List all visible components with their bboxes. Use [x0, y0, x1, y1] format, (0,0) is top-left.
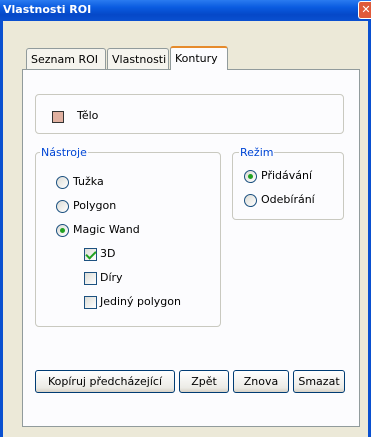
tool-label-magic-wand: Magic Wand — [73, 223, 140, 236]
mode-group-title: Režim — [239, 146, 275, 159]
copy-previous-button[interactable]: Kopíruj předcházející — [35, 370, 175, 393]
mode-radio-odebirani[interactable] — [244, 194, 257, 207]
again-button[interactable]: Znova — [233, 370, 289, 393]
tab-vlastnosti[interactable]: Vlastnosti — [107, 48, 169, 69]
tool-radio-polygon[interactable] — [56, 200, 69, 213]
tab-label: Seznam ROI — [31, 53, 98, 66]
tool-label-polygon: Polygon — [73, 199, 117, 212]
roi-name: Tělo — [77, 109, 99, 122]
tab-label: Vlastnosti — [112, 53, 167, 66]
tools-group: Nástroje Tužka Polygon Magic Wand 3D Dír… — [35, 146, 221, 327]
checkbox-label-3d: 3D — [100, 247, 116, 260]
checkbox-label-jediny-polygon: Jediný polygon — [100, 295, 181, 308]
tools-group-title: Nástroje — [40, 146, 88, 159]
tab-kontury[interactable]: Kontury — [170, 46, 228, 70]
close-button[interactable]: ✕ — [358, 1, 371, 19]
roi-box: Tělo — [35, 94, 344, 134]
mode-label-odebirani: Odebírání — [261, 193, 315, 206]
checkbox-diry[interactable] — [84, 272, 97, 285]
tool-radio-tuzka[interactable] — [56, 176, 69, 189]
mode-radio-pridavani[interactable] — [244, 170, 257, 183]
mode-group: Režim Přidávání Odebírání — [232, 146, 344, 220]
close-icon: ✕ — [361, 3, 371, 16]
checkbox-jediny-polygon[interactable] — [84, 296, 97, 309]
kontury-panel: Tělo Nástroje Tužka Polygon Magic Wand 3… — [22, 69, 360, 427]
mode-label-pridavani: Přidávání — [261, 169, 313, 182]
checkbox-3d[interactable] — [84, 248, 97, 261]
back-button[interactable]: Zpět — [179, 370, 229, 393]
tab-label: Kontury — [175, 52, 218, 65]
tab-seznam-roi[interactable]: Seznam ROI — [26, 48, 106, 69]
window-title: Vlastnosti ROI — [3, 3, 92, 16]
delete-button[interactable]: Smazat — [293, 370, 345, 393]
roi-color-swatch[interactable] — [52, 111, 64, 123]
window-border-left — [0, 21, 3, 437]
title-bar: Vlastnosti ROI ✕ — [0, 0, 371, 21]
tool-radio-magic-wand[interactable] — [56, 224, 69, 237]
tool-label-tuzka: Tužka — [73, 175, 104, 188]
checkbox-label-diry: Díry — [100, 271, 123, 284]
